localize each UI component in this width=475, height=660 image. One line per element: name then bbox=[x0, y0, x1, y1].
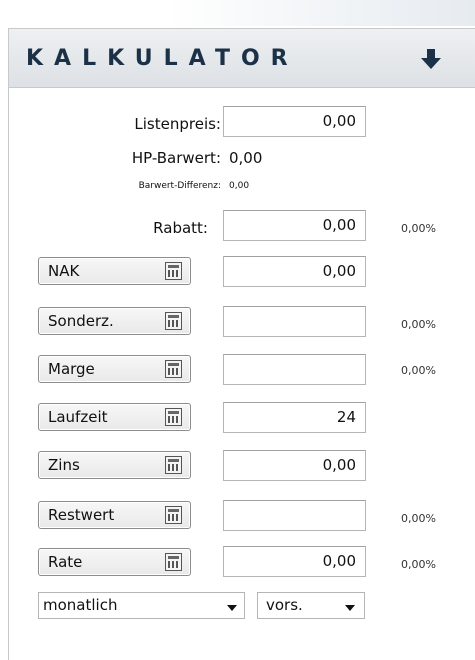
listenpreis-label: Listenpreis: bbox=[134, 115, 221, 133]
restwert-percent: 0,00% bbox=[401, 512, 436, 525]
top-shade bbox=[0, 0, 475, 26]
calculator-icon bbox=[165, 553, 182, 571]
barwert-differenz-label: Barwert-Differenz: bbox=[138, 181, 221, 191]
hp-barwert-label: HP-Barwert: bbox=[131, 149, 221, 167]
marge-input[interactable] bbox=[223, 354, 366, 385]
interval-select-value: monatlich bbox=[43, 596, 118, 614]
sonderz-percent: 0,00% bbox=[401, 318, 436, 331]
timing-select-value: vors. bbox=[266, 596, 303, 614]
sonderz-button[interactable]: Sonderz. bbox=[38, 307, 191, 335]
nak-button-label: NAK bbox=[48, 262, 80, 280]
restwert-button-label: Restwert bbox=[48, 506, 115, 524]
panel-title: KALKULATOR bbox=[26, 46, 299, 71]
listenpreis-input[interactable]: 0,00 bbox=[223, 106, 366, 137]
nak-button[interactable]: NAK bbox=[38, 257, 191, 285]
marge-button-label: Marge bbox=[48, 360, 95, 378]
calculator-icon bbox=[165, 456, 182, 474]
sonderz-button-label: Sonderz. bbox=[48, 312, 114, 330]
rabatt-label: Rabatt: bbox=[153, 219, 208, 237]
zins-input[interactable]: 0,00 bbox=[223, 450, 366, 481]
rabatt-input[interactable]: 0,00 bbox=[223, 210, 366, 241]
rate-button[interactable]: Rate bbox=[38, 548, 191, 576]
rate-input[interactable]: 0,00 bbox=[223, 546, 366, 577]
marge-percent: 0,00% bbox=[401, 364, 436, 377]
barwert-differenz-value: 0,00 bbox=[229, 181, 250, 191]
chevron-down-icon bbox=[227, 605, 237, 611]
restwert-button[interactable]: Restwert bbox=[38, 501, 191, 529]
restwert-input[interactable] bbox=[223, 500, 366, 531]
zins-button[interactable]: Zins bbox=[38, 451, 191, 479]
laufzeit-button[interactable]: Laufzeit bbox=[38, 403, 191, 431]
calculator-icon bbox=[165, 360, 182, 378]
arrow-down-icon[interactable] bbox=[420, 48, 442, 70]
calculator-icon bbox=[165, 506, 182, 524]
calculator-icon bbox=[165, 312, 182, 330]
laufzeit-button-label: Laufzeit bbox=[48, 408, 108, 426]
nak-input[interactable]: 0,00 bbox=[223, 256, 366, 287]
rate-percent: 0,00% bbox=[401, 558, 436, 571]
panel-header[interactable]: KALKULATOR bbox=[9, 29, 475, 88]
sonderz-input[interactable] bbox=[223, 306, 366, 337]
rate-button-label: Rate bbox=[48, 553, 83, 571]
timing-select[interactable]: vors. bbox=[257, 592, 365, 619]
rabatt-percent: 0,00% bbox=[401, 222, 436, 235]
chevron-down-icon bbox=[345, 605, 355, 611]
laufzeit-input[interactable]: 24 bbox=[223, 402, 366, 433]
zins-button-label: Zins bbox=[48, 456, 80, 474]
hp-barwert-value: 0,00 bbox=[229, 149, 263, 167]
calculator-icon bbox=[165, 262, 182, 280]
interval-select[interactable]: monatlich bbox=[38, 592, 245, 619]
marge-button[interactable]: Marge bbox=[38, 355, 191, 383]
calculator-icon bbox=[165, 408, 182, 426]
